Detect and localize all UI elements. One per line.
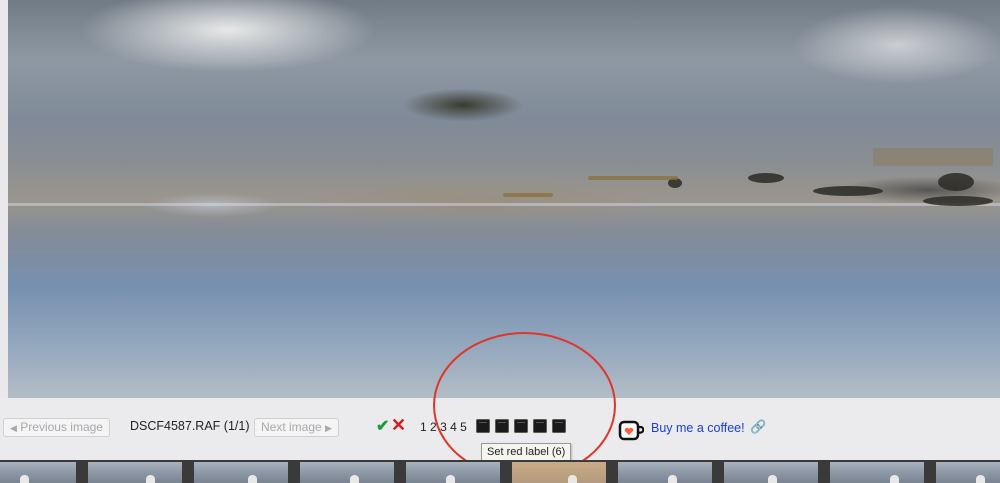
rating-4[interactable]: 4 [450,420,457,434]
purple-label-button[interactable] [552,419,566,433]
reject-cross-icon[interactable]: ✕ [391,415,406,436]
arrow-left-icon: ◀ [10,423,17,433]
previous-image-label: Previous image [20,420,103,434]
pebble-shape [813,186,883,196]
rating-2[interactable]: 2 [430,420,437,434]
next-image-button[interactable]: Next image ▶ [254,418,339,437]
pebble-shape [938,173,974,191]
straw-shape [503,193,553,197]
rating-5[interactable]: 5 [460,420,467,434]
filmstrip-thumbnail[interactable] [936,462,1000,483]
yellow-label-button[interactable] [495,419,509,433]
star-rating: 1 2 3 4 5 [420,420,467,434]
filmstrip-thumbnail[interactable] [618,462,712,483]
coffee-cup-icon[interactable] [618,420,644,442]
filename-label: DSCF4587.RAF (1/1) [130,419,250,433]
filmstrip-thumbnail[interactable] [830,462,924,483]
rating-1[interactable]: 1 [420,420,427,434]
straw-shape [873,148,993,166]
arrow-right-icon: ▶ [325,423,332,433]
green-label-button[interactable] [514,419,528,433]
red-label-tooltip: Set red label (6) [481,443,572,461]
blue-label-button[interactable] [533,419,547,433]
accept-check-icon[interactable]: ✔ [376,416,389,436]
pebble-shape [748,173,784,183]
filmstrip [0,460,1000,483]
filmstrip-thumbnail[interactable] [194,462,288,483]
filmstrip-thumbnail[interactable] [406,462,500,483]
filmstrip-thumbnail[interactable] [300,462,394,483]
red-label-button[interactable] [476,419,490,433]
water-edge-highlight [8,203,1000,206]
next-image-label: Next image [261,420,322,434]
filmstrip-thumbnail[interactable] [88,462,182,483]
pebble-shape [923,196,993,206]
rating-3[interactable]: 3 [440,420,447,434]
buy-me-a-coffee-link[interactable]: Buy me a coffee! [651,421,745,435]
main-image-preview [8,0,1000,398]
straw-shape [588,176,678,180]
filmstrip-thumbnail[interactable] [724,462,818,483]
external-link-icon[interactable]: 🔗 [750,419,766,435]
filmstrip-thumbnail[interactable] [512,462,606,483]
previous-image-button[interactable]: ◀ Previous image [3,418,110,437]
filmstrip-thumbnail[interactable] [0,462,76,483]
